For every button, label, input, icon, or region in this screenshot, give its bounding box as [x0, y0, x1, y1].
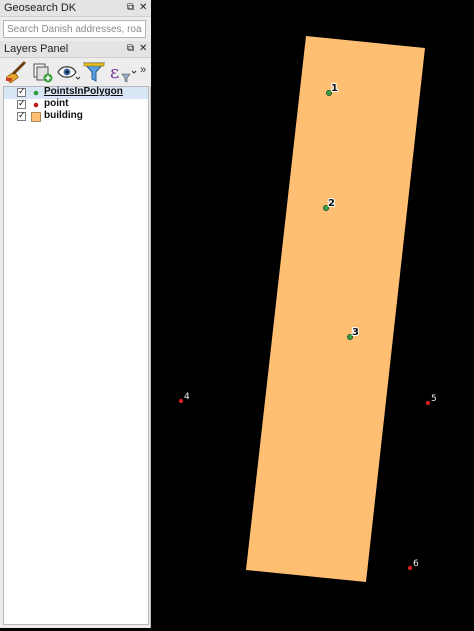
layer-checkbox[interactable] [17, 86, 26, 97]
building-polygon[interactable] [246, 36, 425, 582]
layer-label: PointsInPolygon [44, 86, 123, 97]
layer-checkbox[interactable] [17, 110, 26, 121]
geosearch-search-wrap [0, 17, 151, 41]
geosearch-search-input[interactable] [3, 20, 146, 38]
outside-point-label-4: 4 [184, 392, 190, 402]
inside-point-label-3: 3 [352, 327, 359, 338]
left-dock: Geosearch DK ⧉ ✕ Layers Panel ⧉ ✕ [0, 0, 151, 628]
add-group-icon[interactable] [30, 60, 54, 84]
layer-item-points-in-polygon[interactable]: PointsInPolygon [4, 86, 148, 99]
layers-panel-close-icon[interactable]: ✕ [139, 42, 147, 56]
style-brush-icon[interactable] [4, 60, 28, 84]
layers-panel-title-bar[interactable]: Layers Panel ⧉ ✕ [0, 41, 151, 58]
geosearch-title: Geosearch DK [4, 2, 77, 14]
point-symbol-icon [31, 88, 41, 98]
layers-panel-float-icon[interactable]: ⧉ [127, 42, 134, 56]
outside-point-5[interactable] [425, 400, 431, 406]
map-svg: 1 2 3 4 5 6 [178, 36, 437, 582]
map-canvas[interactable]: 1 2 3 4 5 6 [152, 0, 474, 628]
filter-icon[interactable] [82, 60, 106, 84]
layers-toolbar: ε » [0, 58, 151, 86]
layer-tree: PointsInPolygon point building [3, 86, 149, 625]
layer-checkbox[interactable] [17, 98, 26, 109]
inside-point-label-1: 1 [331, 83, 338, 94]
layers-panel-title: Layers Panel [4, 43, 69, 55]
layer-label: building [44, 110, 83, 121]
expression-filter-icon[interactable]: ε [108, 60, 137, 84]
geosearch-title-bar[interactable]: Geosearch DK ⧉ ✕ [0, 0, 151, 17]
eye-visibility-icon[interactable] [56, 60, 81, 84]
layer-label: point [44, 98, 69, 109]
geosearch-float-icon[interactable]: ⧉ [127, 1, 134, 15]
inside-point-label-2: 2 [328, 198, 335, 209]
svg-text:ε: ε [110, 62, 119, 83]
polygon-symbol-icon [31, 112, 41, 122]
layer-item-building[interactable]: building [4, 110, 148, 123]
toolbar-overflow-icon[interactable]: » [140, 64, 146, 76]
geosearch-close-icon[interactable]: ✕ [139, 1, 147, 15]
point-symbol-icon [31, 100, 41, 110]
outside-point-6[interactable] [407, 565, 413, 571]
outside-point-label-5: 5 [431, 394, 437, 404]
outside-point-label-6: 6 [413, 559, 419, 569]
outside-point-4[interactable] [178, 398, 184, 404]
